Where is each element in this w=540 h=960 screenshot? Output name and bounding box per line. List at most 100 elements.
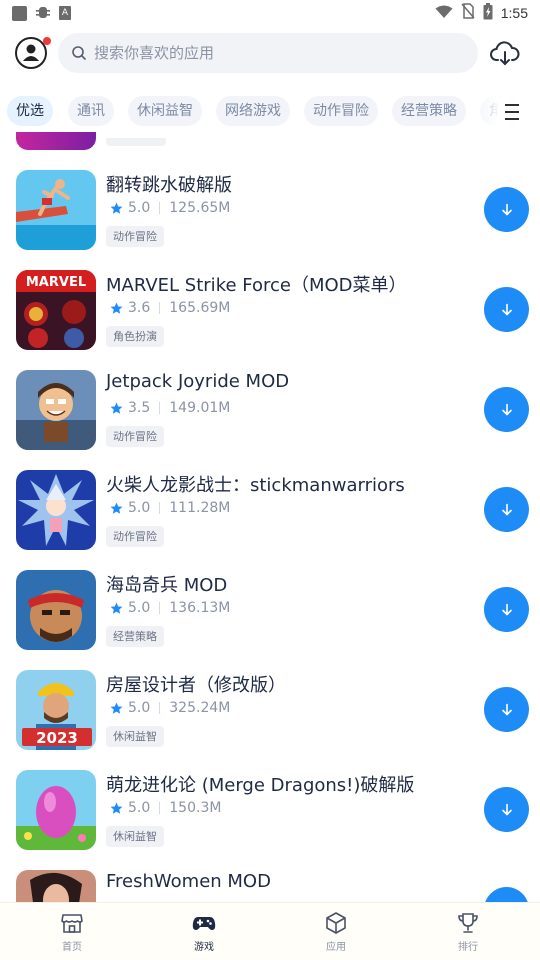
app-icon-flip-diving[interactable] [16,170,96,250]
app-rating: 3.5 [128,400,151,416]
star-icon [110,502,123,514]
meta-divider [159,602,161,614]
download-arrow-icon [501,703,512,715]
person-icon [23,44,39,61]
app-icon-marvel[interactable]: MARVEL [16,270,96,350]
star-icon [110,802,123,814]
app-rating: 5.0 [128,200,151,216]
search-input[interactable] [94,33,464,73]
download-button[interactable] [484,287,529,332]
app-meta: 5.0 136.13M [110,600,230,616]
download-button[interactable] [484,587,529,632]
app-rating: 5.0 [128,500,151,516]
list-item[interactable]: 海岛奇兵 MOD 5.0 136.13M 经营策略 [0,570,540,670]
download-arrow-icon [501,303,512,315]
meta-divider [159,702,161,714]
category-tag: 动作冒险 [106,526,164,547]
app-size: 111.28M [169,500,231,516]
download-button[interactable] [484,787,529,832]
list-item[interactable]: 萌龙进化论 (Merge Dragons!)破解版 5.0 150.3M 休闲益… [0,770,540,870]
app-rating: 3.6 [128,300,151,316]
list-item[interactable]: MARVEL MARVEL Strike Force（MOD菜单） 3.6 16… [0,270,540,370]
cube-icon [326,912,346,934]
notification-dot [43,37,51,45]
app-meta: 5.0 325.24M [110,700,230,716]
category-tag: 角色扮演 [106,326,164,347]
meta-divider [159,802,161,814]
year-badge-text: 2023 [36,729,78,747]
download-button[interactable] [484,487,529,532]
list-item[interactable]: 翻转跳水破解版 5.0 125.65M 动作冒险 [0,170,540,270]
download-button[interactable] [484,887,529,902]
trophy-icon [458,913,478,933]
download-arrow-icon [501,503,512,515]
nav-apps[interactable]: 应用 [296,911,376,957]
gallery-icon [12,5,27,21]
list-item[interactable]: FreshWomen MOD [0,870,540,902]
meta-divider [159,302,161,314]
meta-divider [159,502,161,514]
tab-action-adventure[interactable]: 动作冒险 [304,96,378,126]
app-size: 165.69M [169,300,231,316]
nav-label: 游戏 [194,942,214,953]
list-item[interactable]: 2023 房屋设计者（修改版） 5.0 325.24M 休闲益智 [0,670,540,770]
app-name: 房屋设计者（修改版） [106,675,286,696]
tab-featured[interactable]: 优选 [7,96,53,126]
list-item[interactable]: Jetpack Joyride MOD 3.5 149.01M 动作冒险 [0,370,540,470]
nav-label: 首页 [62,942,82,953]
store-icon [61,914,83,933]
status-bar: A 1:55 [0,0,540,26]
app-meta: 3.5 149.01M [110,400,230,416]
app-rating: 5.0 [128,600,151,616]
category-tag: 动作冒险 [106,426,164,447]
app-name: 火柴人龙影战士：stickmanwarriors [106,475,405,496]
app-name: Jetpack Joyride MOD [106,371,290,392]
app-name: MARVEL Strike Force（MOD菜单） [106,275,407,296]
nav-home[interactable]: 首页 [32,911,112,957]
app-size: 325.24M [169,700,231,716]
app-icon-merge-dragons[interactable] [16,770,96,850]
category-tag-partial [106,138,166,146]
category-tag: 动作冒险 [106,226,164,247]
app-meta: 5.0 150.3M [110,800,221,816]
nav-ranking[interactable]: 排行 [428,911,508,957]
app-name: 萌龙进化论 (Merge Dragons!)破解版 [106,775,415,796]
category-tag: 休闲益智 [106,726,164,747]
download-button[interactable] [484,687,529,732]
app-name: 翻转跳水破解版 [106,175,232,196]
wifi-icon [435,4,453,23]
app-size: 136.13M [169,600,231,616]
app-icon-boom-beach[interactable] [16,570,96,650]
meta-divider [159,202,161,214]
star-icon [110,702,123,714]
bug-icon [35,4,51,23]
tab-strategy[interactable]: 经营策略 [392,96,466,126]
download-button[interactable] [484,387,529,432]
app-icon-stickman-warriors[interactable] [16,470,96,550]
marvel-logo-text: MARVEL [26,275,86,290]
nav-games[interactable]: 游戏 [164,911,244,957]
star-icon [110,602,123,614]
app-name: 海岛奇兵 MOD [106,575,228,596]
app-icon-house-designer[interactable]: 2023 [16,670,96,750]
tab-communication[interactable]: 通讯 [68,96,114,126]
tab-online-games[interactable]: 网络游戏 [216,96,290,126]
search-bar[interactable] [58,33,478,73]
app-rating: 5.0 [128,700,151,716]
download-arrow-icon [501,803,512,815]
download-button[interactable] [484,187,529,232]
download-arrow-icon [501,603,512,615]
app-icon-partial[interactable] [16,132,96,150]
app-size: 149.01M [169,400,231,416]
app-rating: 5.0 [128,800,151,816]
list-item[interactable]: 火柴人龙影战士：stickmanwarriors 5.0 111.28M 动作冒… [0,470,540,570]
cloud-download-icon[interactable] [490,40,520,66]
tab-casual-puzzle[interactable]: 休闲益智 [128,96,202,126]
clock: 1:55 [500,5,528,21]
category-menu-button[interactable] [498,97,534,127]
app-icon-freshwomen[interactable] [16,870,96,902]
app-icon-jetpack-joyride[interactable] [16,370,96,450]
nav-label: 排行 [458,942,478,953]
bottom-nav: 首页 游戏 应用 排行 [0,902,540,960]
search-icon [72,46,86,60]
